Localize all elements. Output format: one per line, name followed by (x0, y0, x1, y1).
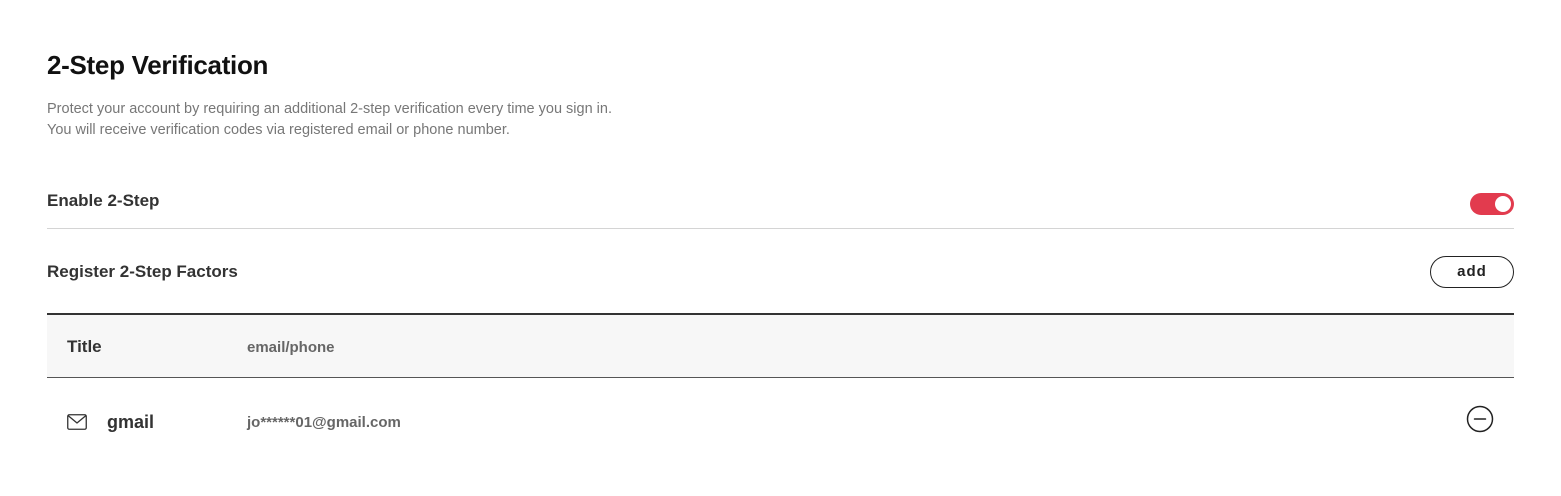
add-factor-button[interactable]: add (1430, 256, 1514, 288)
factor-title: gmail (107, 412, 155, 432)
factor-contact: jo******01@gmail.com (247, 414, 401, 431)
table-row: gmail jo******01@gmail.com (47, 378, 1514, 466)
column-header-title: Title (67, 337, 102, 356)
description-line-2: You will receive verification codes via … (47, 122, 510, 138)
mail-icon (67, 414, 87, 430)
page-description: Protect your account by requiring an add… (47, 99, 612, 141)
toggle-knob (1495, 196, 1511, 212)
register-factors-row: Register 2-Step Factors add (47, 250, 1514, 294)
enable-two-step-toggle[interactable] (1470, 193, 1514, 215)
factor-table: Title email/phone gmail jo******01@gmail… (47, 313, 1514, 466)
description-line-1: Protect your account by requiring an add… (47, 101, 612, 117)
enable-two-step-label: Enable 2-Step (47, 191, 160, 210)
remove-circle-icon (1466, 405, 1494, 433)
page-title: 2-Step Verification (47, 50, 269, 80)
remove-factor-button[interactable] (1466, 405, 1494, 433)
table-header: Title email/phone (47, 315, 1514, 378)
column-header-contact: email/phone (247, 339, 335, 356)
enable-two-step-row: Enable 2-Step (47, 178, 1514, 229)
register-factors-label: Register 2-Step Factors (47, 262, 238, 281)
